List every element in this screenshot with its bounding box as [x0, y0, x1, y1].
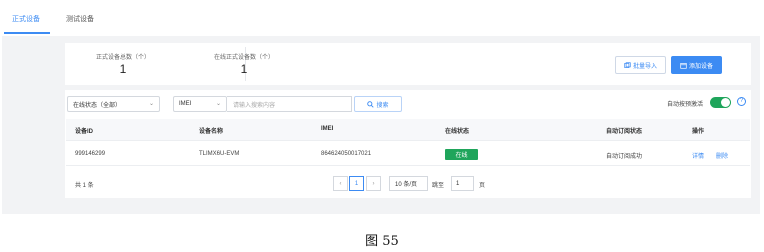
jump-label: 跳至	[432, 183, 445, 189]
toggle-knob	[721, 98, 730, 107]
search-icon	[367, 100, 375, 108]
jump-page-value: 1	[456, 180, 460, 187]
online-total-label: 在线正式设备数（个）	[213, 55, 274, 61]
cell-subscribe-status: 自动订阅成功	[606, 154, 643, 160]
column-header-imei: IMEI	[321, 126, 334, 132]
status-filter-select[interactable]: 在线状态（全部） ⌄	[67, 96, 160, 112]
figure-caption: 图 55	[365, 234, 399, 249]
device-total-label: 正式设备总数（个）	[95, 55, 150, 61]
online-total-stat: 在线正式设备数（个） 1	[211, 52, 277, 76]
auto-subscribe-label: 自动按预激活	[667, 102, 704, 108]
help-icon[interactable]: ?	[737, 97, 746, 106]
cell-imei: 864624050017021	[321, 151, 372, 157]
add-device-label: 添加设备	[688, 63, 713, 70]
jump-page-input[interactable]: 1	[451, 176, 474, 191]
search-input[interactable]: 请输入搜索内容	[227, 96, 352, 112]
active-tab-indicator	[4, 32, 50, 34]
tabs-bar: 正式设备 测试设备	[0, 0, 764, 36]
status-filter-value: 在线状态（全部）	[73, 102, 122, 109]
column-header-subscribe-status: 自动订阅状态	[606, 129, 643, 135]
delete-link[interactable]: 删除	[716, 151, 728, 160]
online-status-badge: 在线	[445, 149, 478, 160]
page-size-value: 10 条/页	[395, 182, 418, 188]
tab-formal-devices[interactable]: 正式设备	[12, 14, 40, 24]
cell-device-name: TLIMX6U-EVM	[199, 151, 240, 157]
search-placeholder: 请输入搜索内容	[233, 102, 276, 109]
device-total-value: 1	[119, 62, 127, 76]
auto-subscribe-toggle[interactable]	[710, 97, 731, 108]
column-header-actions: 操作	[692, 129, 705, 135]
column-header-device-id: 设备ID	[75, 129, 94, 135]
search-field-value: IMEI	[179, 101, 192, 107]
chevron-down-icon: ⌄	[215, 101, 221, 107]
table-header: 设备ID 设备名称 IMEI 在线状态 自动订阅状态 操作	[66, 119, 750, 141]
next-page-button[interactable]: ›	[366, 176, 381, 191]
import-icon	[624, 61, 631, 68]
tab-test-devices[interactable]: 测试设备	[66, 14, 94, 24]
device-management-page: 正式设备 测试设备 正式设备总数（个） 1 在线正式设备数（个） 1 批量导入 …	[0, 0, 764, 252]
bulk-import-button[interactable]: 批量导入	[615, 56, 666, 74]
device-box-icon	[680, 62, 687, 69]
table-row: 999146299 TLIMX6U-EVM 864624050017021 在线…	[66, 142, 750, 166]
bulk-import-label: 批量导入	[632, 63, 657, 70]
total-count: 共 1 条	[75, 183, 94, 189]
column-header-online-status: 在线状态	[445, 129, 470, 135]
detail-link[interactable]: 详情	[692, 151, 704, 160]
online-total-value: 1	[240, 62, 248, 76]
page-number-1[interactable]: 1	[349, 176, 364, 191]
add-device-button[interactable]: 添加设备	[671, 56, 722, 74]
search-button[interactable]: 搜索	[354, 96, 402, 112]
device-total-stat: 正式设备总数（个） 1	[93, 52, 153, 76]
page-unit-label: 页	[479, 183, 486, 189]
column-header-device-name: 设备名称	[199, 129, 224, 135]
search-button-label: 搜索	[376, 102, 389, 109]
page-size-select[interactable]: 10 条/页	[389, 176, 428, 191]
prev-page-button[interactable]: ‹	[333, 176, 348, 191]
cell-device-id: 999146299	[75, 151, 106, 157]
search-field-select[interactable]: IMEI ⌄	[173, 96, 227, 112]
chevron-down-icon: ⌄	[148, 101, 154, 107]
